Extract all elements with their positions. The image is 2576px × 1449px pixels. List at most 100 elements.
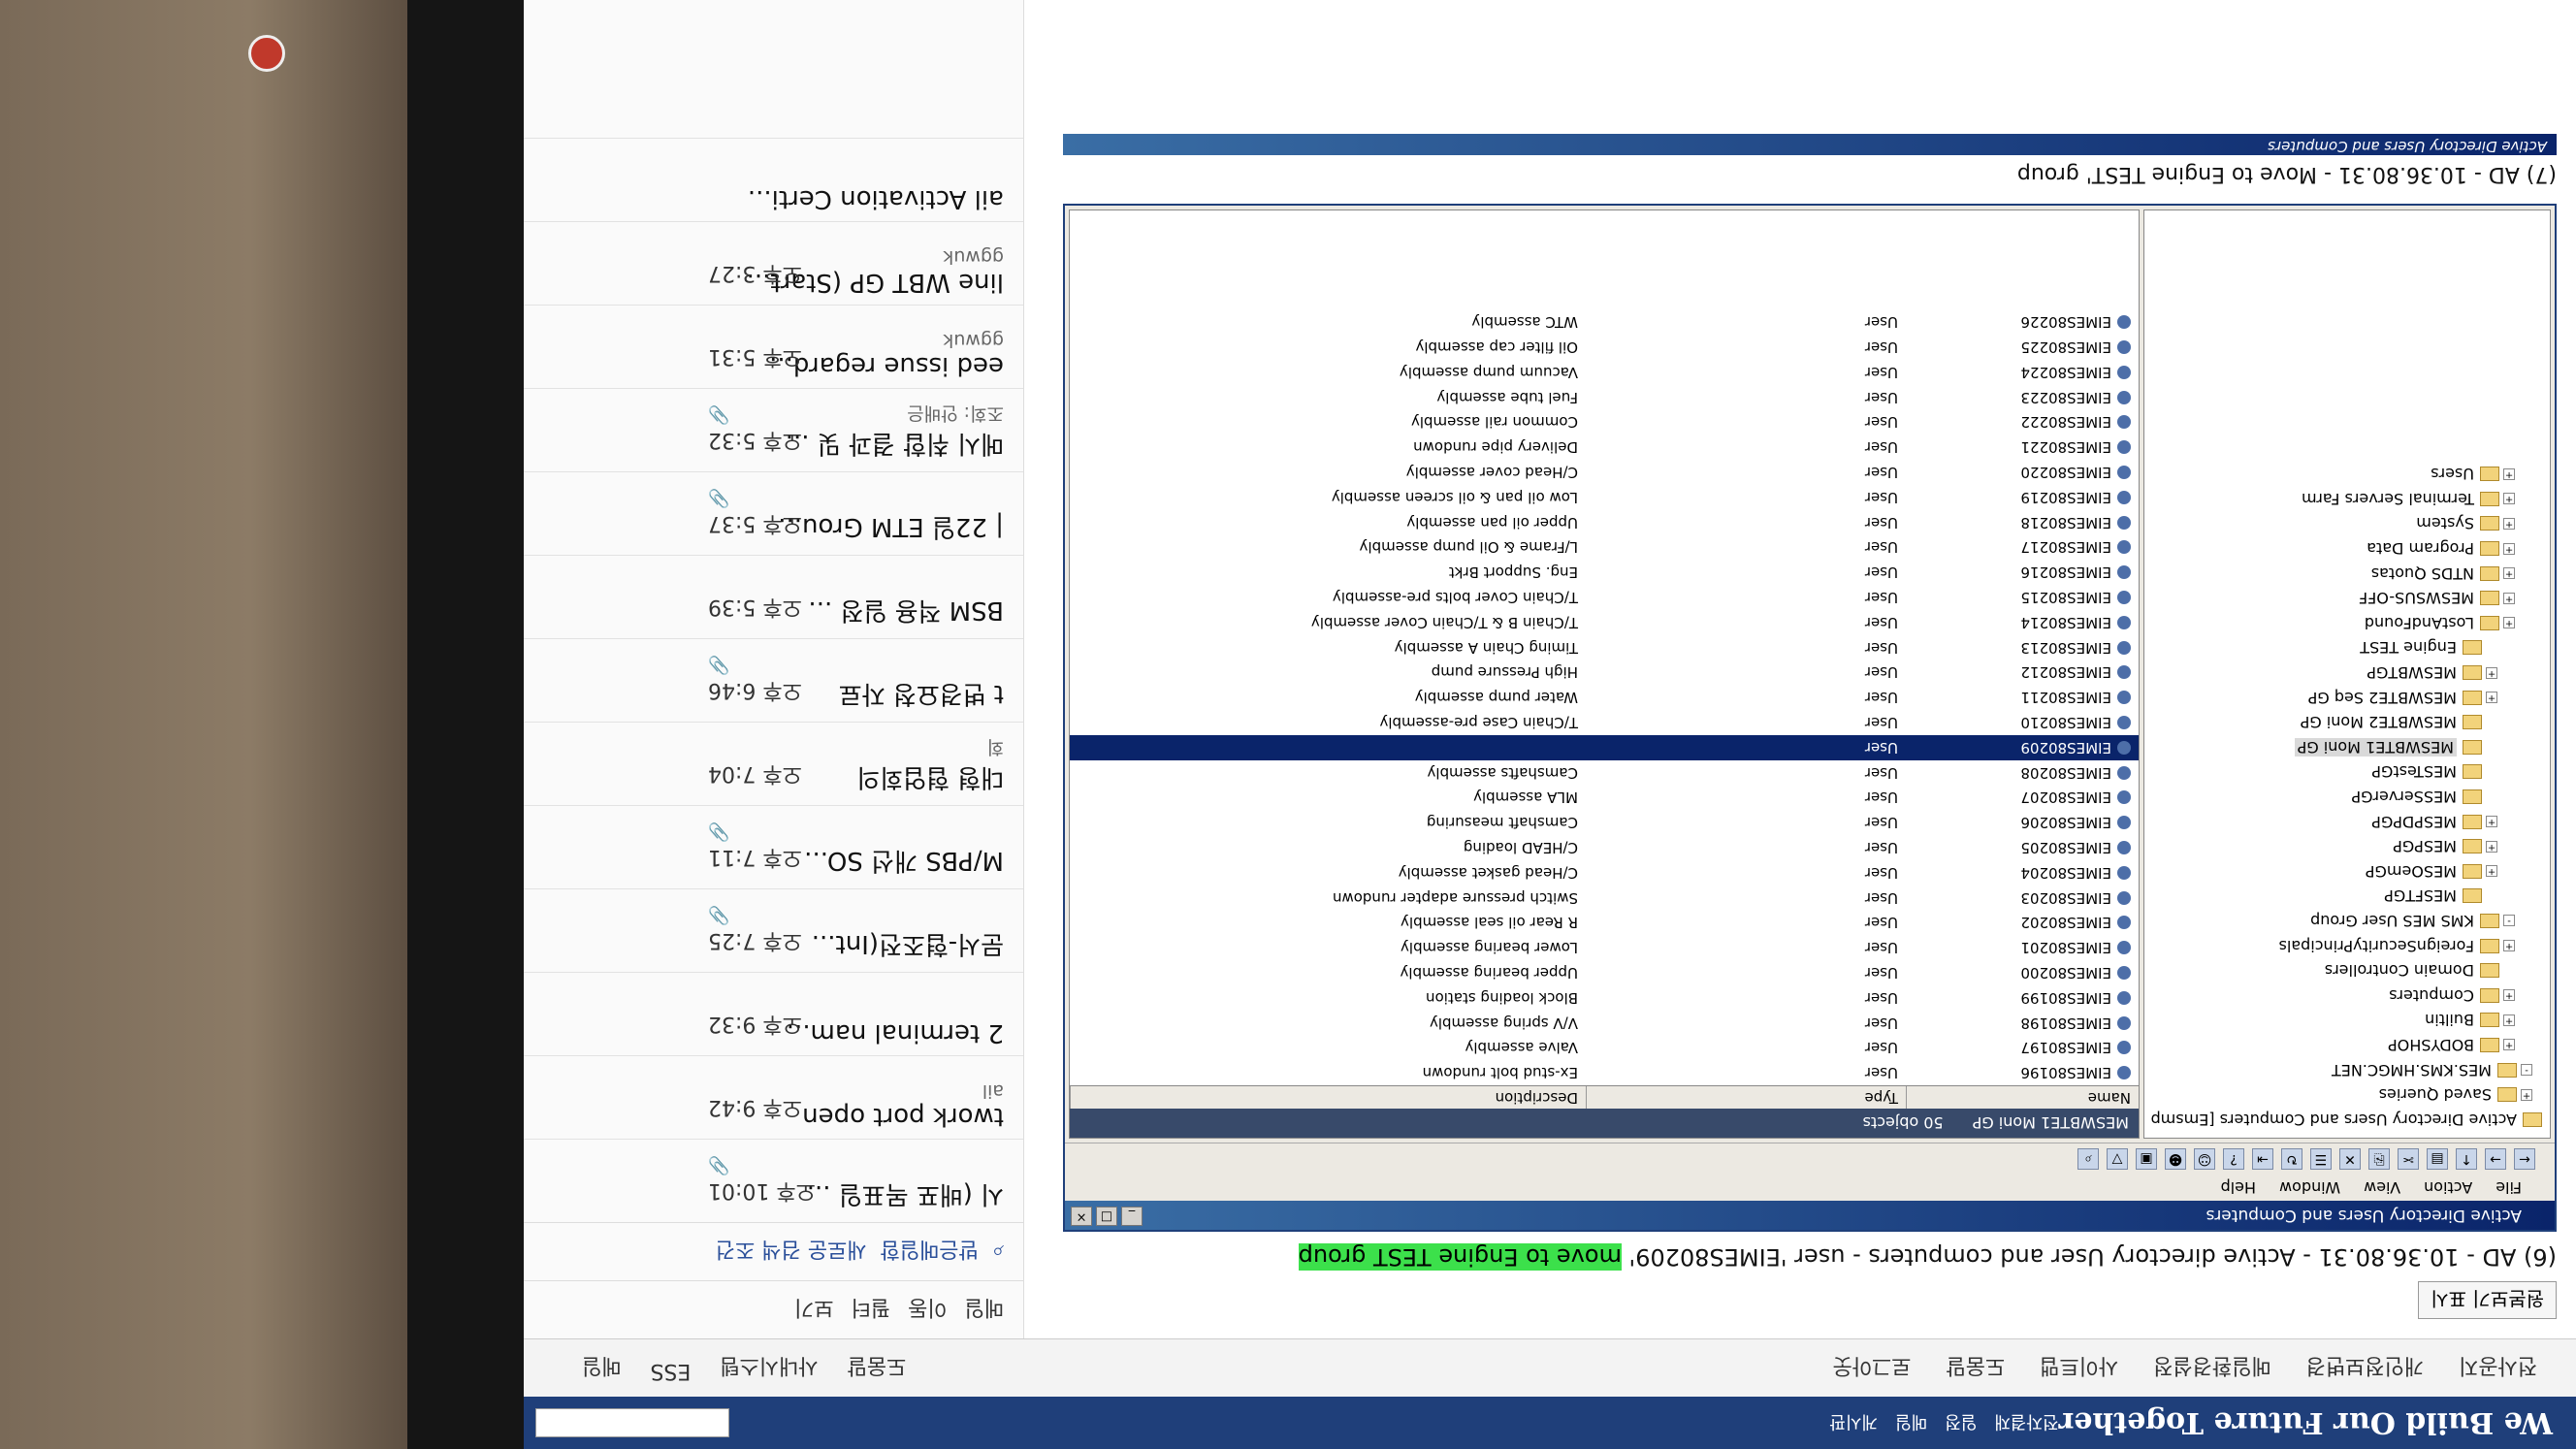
search-icon[interactable]: ⌕	[992, 1240, 1004, 1264]
nav-item[interactable]: 전사공지	[2459, 1353, 2537, 1384]
tree-node[interactable]: - MES.KMS.HMGC.NET	[2152, 1057, 2542, 1082]
mail-item[interactable]: 대형 협업회의 회 오후 7:04	[524, 722, 1023, 805]
table-row[interactable]: EIMES80203 User Switch pressure adapter ru…	[1070, 886, 2139, 911]
table-row[interactable]: EIMES80214 User T/Chain B & T/Chain Cover …	[1070, 610, 2139, 635]
expand-icon[interactable]: +	[2503, 542, 2515, 555]
tree-node[interactable]: + MESWSUS-OFF	[2152, 586, 2542, 611]
tree-node[interactable]: - KMS MES User Group	[2152, 909, 2542, 934]
tree-node[interactable]: + Users	[2152, 462, 2542, 487]
tree-node[interactable]: + MESPGP	[2152, 834, 2542, 859]
nav-right-item[interactable]: 사내시스템	[720, 1353, 818, 1384]
mail-tool[interactable]: 보기	[794, 1295, 833, 1326]
table-row[interactable]: EIMES80207 User MLA assembly	[1070, 785, 2139, 810]
tree-node[interactable]: + Builtin	[2152, 1008, 2542, 1033]
tree-node[interactable]: + Computers	[2152, 982, 2542, 1008]
table-row[interactable]: EIMES80204 User C/Head gasket assembly	[1070, 860, 2139, 886]
table-row[interactable]: EIMES80197 User Valve assembly	[1070, 1035, 2139, 1060]
expand-icon[interactable]: -	[2521, 1064, 2532, 1077]
expand-icon[interactable]: +	[2486, 840, 2497, 853]
mail-item[interactable]: twork port open ail 오후 9:42	[524, 1055, 1023, 1139]
refresh-icon[interactable]: ↻	[2281, 1148, 2302, 1171]
nav-item[interactable]: 도움말	[1946, 1353, 2005, 1384]
table-row[interactable]: EIMES80206 User Camshaft measuring	[1070, 810, 2139, 835]
table-row[interactable]: EIMES80225 User Oil filter cap assembly	[1070, 335, 2139, 360]
tree-node[interactable]: + NTDS Quotas	[2152, 561, 2542, 586]
expand-icon[interactable]: +	[2503, 592, 2515, 604]
mail-item[interactable]: BSM 적용 일정 ... 오후 5:39	[524, 555, 1023, 638]
menu-help[interactable]: Help	[2221, 1179, 2256, 1198]
nav-item[interactable]: 로그아웃	[1832, 1353, 1911, 1384]
tree-node[interactable]: + ForeignSecurityPrincipals	[2152, 933, 2542, 958]
expand-icon[interactable]: +	[2503, 940, 2515, 952]
table-row[interactable]: EIMES80209 User	[1070, 734, 2139, 760]
tree-node[interactable]: + Saved Queries	[2152, 1082, 2542, 1108]
maximize-icon[interactable]: □	[1096, 1207, 1117, 1226]
tree-node[interactable]: + MESOemGP	[2152, 858, 2542, 884]
expand-icon[interactable]: +	[2503, 1014, 2515, 1026]
copy-icon[interactable]: ⎘	[2368, 1148, 2390, 1171]
table-row[interactable]: EIMES80222 User Common rail assembly	[1070, 409, 2139, 435]
expand-icon[interactable]: +	[2503, 567, 2515, 580]
quick-link[interactable]: 메일	[1895, 1410, 1927, 1435]
tree-node[interactable]: + MESPDPGP	[2152, 809, 2542, 834]
table-row[interactable]: EIMES80205 User C/HEAD loading	[1070, 835, 2139, 860]
table-row[interactable]: EIMES80202 User R Rear oil seal assembly	[1070, 910, 2139, 935]
tree-node[interactable]: Domain Controllers	[2152, 958, 2542, 983]
table-row[interactable]: EIMES80216 User Eng. Support Brkt	[1070, 560, 2139, 585]
portal-search-input[interactable]	[535, 1408, 729, 1437]
expand-icon[interactable]: +	[2503, 493, 2515, 505]
tree-node[interactable]: + Terminal Servers Farm	[2152, 487, 2542, 512]
mail-item[interactable]: ail Activation Certi...	[524, 138, 1023, 221]
tree-node[interactable]: MESFTGP	[2152, 884, 2542, 909]
delete-icon[interactable]: ✕	[2339, 1148, 2361, 1171]
table-row[interactable]: EIMES80198 User V/V spring assembly	[1070, 1011, 2139, 1036]
table-row[interactable]: EIMES80199 User Block loading station	[1070, 985, 2139, 1011]
mail-item[interactable]: 메시 취합 결과 및 ... 조회: 안배은 오후 5:32 📎	[524, 388, 1023, 471]
table-row[interactable]: EIMES80226 User WTC assembly	[1070, 309, 2139, 335]
table-row[interactable]: EIMES80200 User Upper bearing assembly	[1070, 960, 2139, 985]
menu-action[interactable]: Action	[2424, 1179, 2472, 1198]
expand-icon[interactable]: +	[2503, 989, 2515, 1002]
quick-link[interactable]: 전자결재	[1994, 1410, 2058, 1435]
new-group-icon[interactable]: ☻	[2165, 1148, 2186, 1171]
table-row[interactable]: EIMES80224 User Vacuum pump assembly	[1070, 360, 2139, 385]
table-row[interactable]: EIMES80208 User Camshafts assembly	[1070, 760, 2139, 786]
nav-item[interactable]: 메일환경설정	[2153, 1353, 2270, 1384]
menu-window[interactable]: Window	[2279, 1179, 2340, 1198]
menu-view[interactable]: View	[2364, 1179, 2400, 1198]
nav-right-item[interactable]: ESS	[650, 1353, 691, 1384]
tree-node[interactable]: + MESWBTGP	[2152, 660, 2542, 686]
back-icon[interactable]: ←	[2514, 1148, 2535, 1171]
table-row[interactable]: EIMES80212 User High Pressure pump	[1070, 660, 2139, 685]
nav-item[interactable]: 사이트맵	[2040, 1353, 2118, 1384]
new-ou-icon[interactable]: ▣	[2136, 1148, 2157, 1171]
table-row[interactable]: EIMES80215 User T/Chain Cover bolts pre-as…	[1070, 585, 2139, 610]
tree-node[interactable]: + MESWBTE2 Seq GP	[2152, 685, 2542, 710]
table-row[interactable]: EIMES80201 User Lower bearing assembly	[1070, 935, 2139, 960]
expand-icon[interactable]: +	[2486, 692, 2497, 704]
column-name[interactable]: Name	[1906, 1086, 2139, 1109]
table-row[interactable]: EIMES80218 User Upper oil pan assembly	[1070, 510, 2139, 535]
expand-icon[interactable]: +	[2503, 467, 2515, 480]
mail-search-link[interactable]: 받은메일함	[880, 1237, 978, 1268]
table-row[interactable]: EIMES80223 User Fuel tube assembly	[1070, 385, 2139, 410]
mail-item[interactable]: 문서-협조전(Int... 오후 7:25 📎	[524, 888, 1023, 972]
tree-node[interactable]: + Program Data	[2152, 536, 2542, 562]
filter-icon[interactable]: ▽	[2107, 1148, 2128, 1171]
up-folder-icon[interactable]: ↑	[2456, 1148, 2477, 1171]
table-row[interactable]: EIMES80210 User T/Chain Case pre-assembly	[1070, 710, 2139, 735]
mail-item[interactable]: line WBT GP (Start... ggwuk 오후 3:27	[524, 221, 1023, 305]
expand-icon[interactable]: +	[2486, 666, 2497, 679]
column-description[interactable]: Description	[1070, 1086, 1586, 1109]
expand-icon[interactable]: +	[2521, 1088, 2532, 1101]
find-icon[interactable]: ⌕	[2077, 1148, 2099, 1171]
tree-node[interactable]: + BODYSHOP	[2152, 1033, 2542, 1058]
table-row[interactable]: EIMES80196 User Ex-stud bolt rundown	[1070, 1060, 2139, 1085]
mail-tool[interactable]: 메일	[965, 1295, 1004, 1326]
table-row[interactable]: EIMES80213 User Timing Chain A assembly	[1070, 635, 2139, 660]
export-icon[interactable]: ⇥	[2252, 1148, 2273, 1171]
table-row[interactable]: EIMES80217 User L/Frame & Oil pump assembl…	[1070, 534, 2139, 560]
table-row[interactable]: EIMES80221 User Delivery pipe rundown	[1070, 435, 2139, 460]
expand-icon[interactable]: -	[2503, 915, 2515, 927]
quick-link[interactable]: 게시판	[1829, 1410, 1878, 1435]
